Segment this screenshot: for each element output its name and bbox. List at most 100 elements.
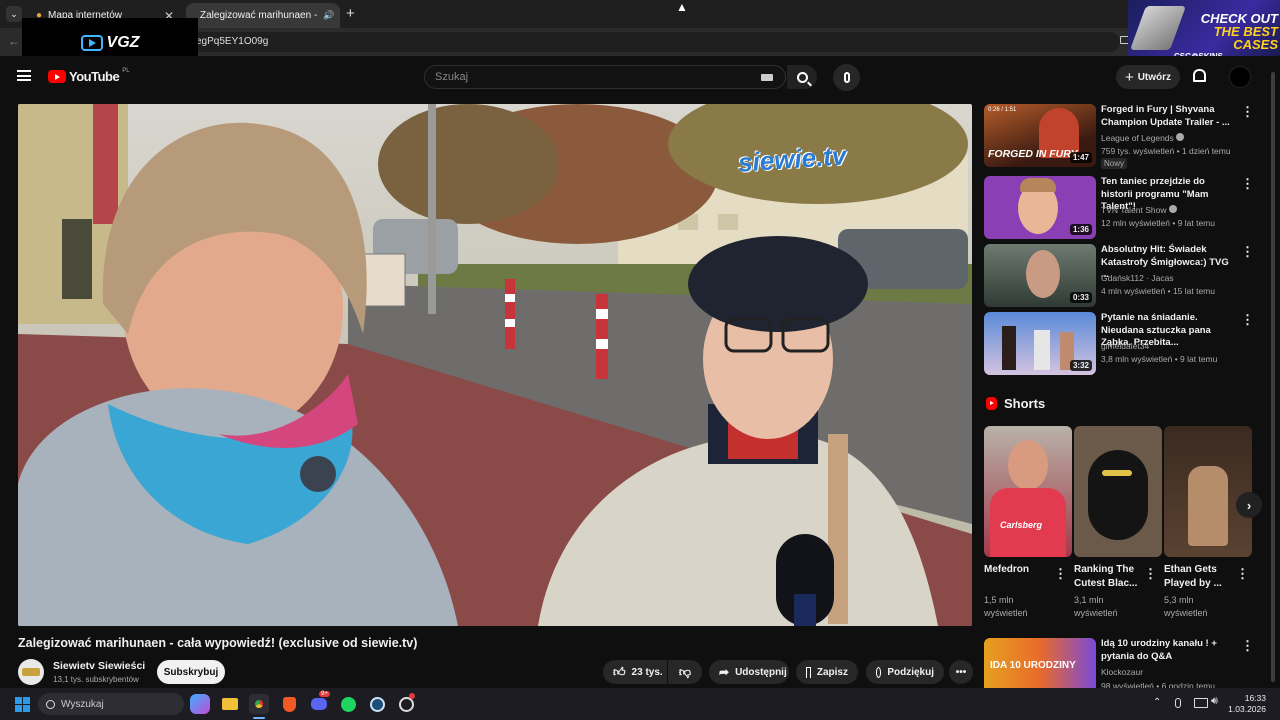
search-placeholder: Szukaj bbox=[435, 71, 469, 83]
brave-icon[interactable] bbox=[279, 694, 299, 714]
thumbnail-cat-eyes bbox=[1102, 470, 1132, 476]
recommendation-channel[interactable]: TVN Talent Show bbox=[1101, 205, 1177, 215]
steam-icon[interactable] bbox=[367, 694, 387, 714]
more-vertical-icon[interactable]: ⋮ bbox=[1241, 244, 1254, 260]
search-button[interactable] bbox=[787, 65, 817, 89]
csgo-skins-ad[interactable]: CHECK OUT THE BEST CASES CSG⚙SKINS bbox=[1128, 0, 1280, 62]
create-label: Utwórz bbox=[1137, 71, 1172, 83]
more-vertical-icon[interactable]: ⋮ bbox=[1241, 176, 1254, 192]
voice-search-button[interactable] bbox=[833, 64, 860, 91]
address-bar[interactable]: egPq5EY1O09g bbox=[180, 32, 1120, 52]
recommendation-item[interactable]: 3:32 Pytanie na śniadanie. Nieudana sztu… bbox=[984, 312, 1254, 376]
short-item[interactable]: Ethan Gets Played by ... 5,3 mln wyświet… bbox=[1164, 426, 1252, 618]
video-thumbnail[interactable]: IDA 10 URODZINY bbox=[984, 638, 1096, 688]
like-button[interactable]: 👍︎ 23 tys. bbox=[603, 660, 667, 684]
tab-search-button[interactable]: ⌄ bbox=[6, 6, 22, 22]
more-vertical-icon[interactable]: ⋮ bbox=[1241, 104, 1254, 120]
more-vertical-icon[interactable]: ⋮ bbox=[1241, 312, 1254, 328]
tab-active-video[interactable]: Zalegizować marihunaen - 🔊 ✕ bbox=[186, 3, 340, 28]
recommendation-item[interactable]: FORGED IN FURY 0:26 / 1:51 1:47 Forged i… bbox=[984, 104, 1254, 169]
shorts-title: Shorts bbox=[1004, 396, 1046, 411]
copilot-icon[interactable] bbox=[190, 694, 210, 714]
short-title[interactable]: Ethan Gets Played by ... bbox=[1164, 563, 1232, 591]
short-item[interactable]: Carlsberg Mefedron 1,5 mln wyświetleń ⋮ bbox=[984, 426, 1072, 618]
discord-icon[interactable]: 9+ bbox=[309, 691, 330, 714]
shorts-next-button[interactable]: › bbox=[1236, 492, 1262, 518]
network-icon[interactable] bbox=[1194, 698, 1208, 708]
taskbar-search-input[interactable]: Wyszukaj bbox=[38, 693, 184, 715]
recommendation-channel[interactable]: Gdańsk112 · Jacas bbox=[1101, 273, 1174, 283]
recommendation-title[interactable]: Forged in Fury | Shyvana Champion Update… bbox=[1101, 104, 1233, 129]
video-player[interactable]: siewie.tv bbox=[18, 104, 972, 626]
active-app-indicator bbox=[253, 717, 265, 719]
windows-start-icon[interactable] bbox=[12, 694, 32, 714]
search-icon bbox=[46, 699, 55, 709]
new-tab-button[interactable]: + bbox=[346, 5, 355, 22]
video-thumbnail[interactable]: FORGED IN FURY 0:26 / 1:51 1:47 bbox=[984, 104, 1096, 167]
create-button[interactable]: + Utwórz bbox=[1116, 65, 1180, 89]
hamburger-menu-icon[interactable] bbox=[17, 70, 31, 81]
tray-chevron-icon[interactable]: ⌃ bbox=[1153, 697, 1161, 708]
video-thumbnail[interactable]: 3:32 bbox=[984, 312, 1096, 375]
short-title[interactable]: Ranking The Cutest Blac... bbox=[1074, 563, 1142, 591]
share-arrow-icon: ➦ bbox=[719, 665, 730, 679]
more-vertical-icon[interactable]: ⋮ bbox=[1236, 566, 1249, 582]
thumbs-up-icon: 👍︎ bbox=[613, 664, 626, 679]
thumbnail-figures bbox=[1002, 326, 1016, 370]
clock[interactable]: 16:33 1.03.2026 bbox=[1228, 693, 1266, 715]
video-thumbnail[interactable]: 0:33 bbox=[984, 244, 1096, 307]
recommendation-channel[interactable]: Klockozaur bbox=[1101, 667, 1143, 677]
thanks-button[interactable]: Podziękuj bbox=[866, 660, 944, 684]
microphone-tray-icon[interactable] bbox=[1175, 698, 1181, 708]
thumbnail-caption: IDA 10 URODZINY bbox=[990, 660, 1076, 671]
windows-taskbar: Wyszukaj 9+ ⌃ 🔊︎ 16:33 1.03.2026 bbox=[0, 688, 1280, 720]
save-button[interactable]: Zapisz bbox=[796, 660, 858, 684]
short-views: 3,1 mln wyświetleń bbox=[1074, 595, 1118, 618]
thumbnail-caption: FORGED IN FURY bbox=[988, 148, 1078, 160]
recommendation-channel[interactable]: gimeldalet34 bbox=[1101, 341, 1149, 351]
recommendation-title[interactable]: Idą 10 urodziny kanału ! + pytania do Q&… bbox=[1101, 638, 1233, 663]
thumbnail-face bbox=[1026, 250, 1060, 298]
subscribe-button[interactable]: Subskrybuj bbox=[157, 660, 225, 684]
youtube-logo[interactable]: YouTube PL bbox=[48, 68, 130, 84]
recommendation-item[interactable]: 1:36 Ten taniec przejdzie do historii pr… bbox=[984, 176, 1254, 240]
short-item[interactable]: Ranking The Cutest Blac... 3,1 mln wyświ… bbox=[1074, 426, 1162, 618]
more-vertical-icon[interactable]: ⋮ bbox=[1144, 566, 1157, 582]
short-thumbnail[interactable] bbox=[1074, 426, 1162, 557]
page-scrollbar[interactable] bbox=[1271, 62, 1277, 682]
scrollbar-thumb[interactable] bbox=[1271, 72, 1275, 682]
thanks-label: Podziękuj bbox=[887, 666, 934, 678]
short-title[interactable]: Mefedron bbox=[984, 563, 1052, 577]
file-explorer-icon[interactable] bbox=[220, 694, 240, 714]
short-thumbnail[interactable]: Carlsberg bbox=[984, 426, 1072, 557]
thumbnail-progress: 0:26 / 1:51 bbox=[988, 107, 1017, 113]
app-icon[interactable] bbox=[396, 693, 416, 714]
spotify-icon[interactable] bbox=[338, 694, 358, 714]
more-vertical-icon[interactable]: ⋮ bbox=[1241, 638, 1254, 654]
channel-avatar[interactable] bbox=[18, 659, 44, 685]
audio-playing-icon[interactable]: 🔊 bbox=[323, 10, 334, 21]
more-actions-button[interactable]: ••• bbox=[949, 660, 973, 684]
keyboard-icon[interactable] bbox=[761, 74, 773, 81]
search-input[interactable]: Szukaj bbox=[424, 65, 786, 89]
recommendation-meta: 759 tys. wyświetleń • 1 dzień temu bbox=[1101, 146, 1231, 156]
video-duration: 1:47 bbox=[1069, 152, 1092, 163]
share-button[interactable]: ➦ Udostępnij bbox=[709, 660, 789, 684]
youtube-header: YouTube PL Szukaj + Utwórz bbox=[0, 56, 1280, 98]
recommendation-item[interactable]: 0:33 Absolutny Hit: Świadek Katastrofy Ś… bbox=[984, 244, 1254, 308]
chrome-icon[interactable] bbox=[249, 694, 269, 714]
more-vertical-icon[interactable]: ⋮ bbox=[1054, 566, 1067, 582]
channel-name[interactable]: Siewietv Siewieści bbox=[53, 660, 145, 672]
avatar[interactable] bbox=[1229, 66, 1251, 88]
notifications-bell-icon[interactable] bbox=[1193, 69, 1206, 82]
new-badge: Nowy bbox=[1101, 158, 1128, 169]
dislike-button[interactable]: 👎︎ bbox=[668, 660, 702, 684]
tab-title: Zalegizować marihunaen - bbox=[200, 10, 318, 21]
video-thumbnail[interactable]: 1:36 bbox=[984, 176, 1096, 239]
recommendation-channel[interactable]: League of Legends bbox=[1101, 133, 1185, 143]
like-count: 23 tys. bbox=[631, 666, 663, 678]
video-duration: 3:32 bbox=[1069, 360, 1092, 371]
short-thumbnail[interactable] bbox=[1164, 426, 1252, 557]
volume-icon[interactable]: 🔊︎ bbox=[1211, 695, 1218, 708]
back-arrow-icon[interactable]: ← bbox=[8, 34, 20, 48]
